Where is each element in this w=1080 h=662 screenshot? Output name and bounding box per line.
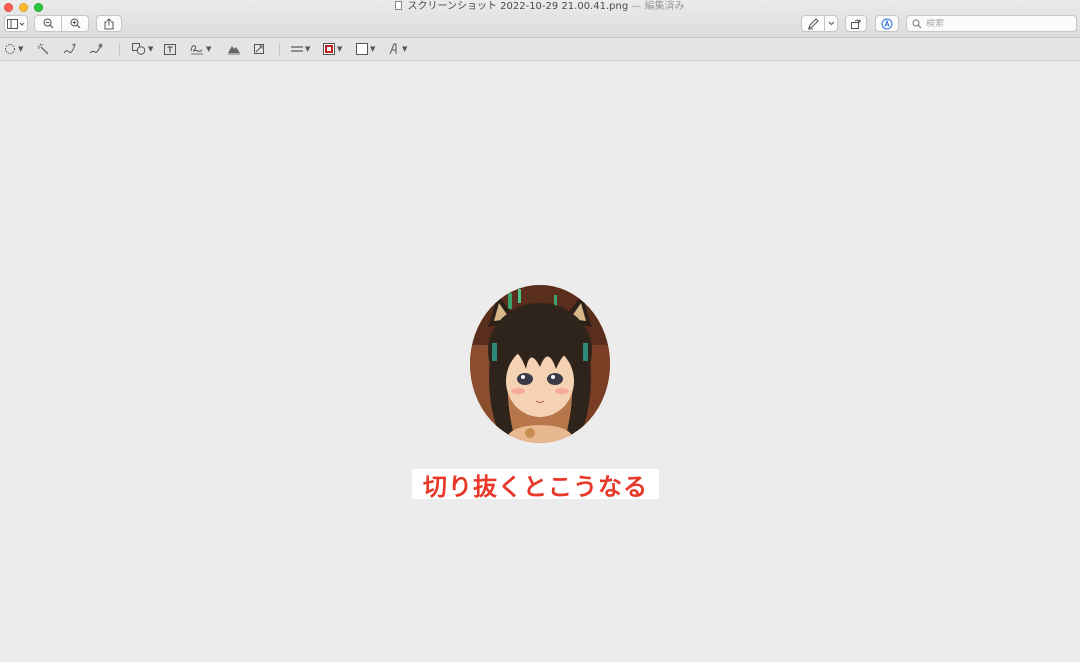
share-icon: [104, 17, 114, 29]
window-title-text: スクリーンショット 2022-10-29 21.00.41.png: [407, 1, 629, 12]
chevron-down-icon: [828, 21, 834, 26]
chevron-down-icon: ▼: [206, 45, 212, 53]
shape-style-tool[interactable]: ▼: [291, 41, 310, 57]
zoom-in-icon: [70, 18, 80, 29]
zoom-in-button[interactable]: [61, 15, 89, 32]
text-tool[interactable]: [164, 41, 176, 57]
adjust-color-tool[interactable]: [227, 41, 241, 57]
share-button[interactable]: [96, 15, 122, 32]
sign-icon: [190, 45, 203, 55]
toolbar-divider: [279, 43, 280, 56]
draw-tool[interactable]: [89, 41, 103, 57]
sketch-tool[interactable]: [63, 41, 77, 57]
highlight-dropdown-button[interactable]: [824, 15, 838, 32]
markup-icon: [881, 18, 893, 29]
adjust-color-icon: [228, 46, 240, 55]
draw-icon: [89, 43, 103, 54]
cropped-portrait-image: [470, 285, 610, 443]
image-canvas: 切り抜くとこうなる: [0, 61, 1080, 662]
edited-status: — 編集済み: [631, 1, 685, 12]
chevron-down-icon: ▼: [148, 45, 154, 53]
character-illustration: [470, 285, 610, 443]
rotate-icon: [851, 19, 861, 29]
window-title: スクリーンショット 2022-10-29 21.00.41.png — 編集済み: [0, 1, 1080, 13]
zoom-out-icon: [43, 18, 53, 29]
toolbar-divider: [119, 43, 120, 56]
adjust-size-tool[interactable]: [253, 41, 265, 57]
chevron-down-icon: ▼: [18, 45, 24, 53]
pen-icon: [808, 17, 819, 29]
fill-color-icon: [356, 43, 368, 55]
chevron-down-icon: ▼: [305, 45, 311, 53]
sign-tool[interactable]: ▼: [190, 41, 211, 57]
text-icon: [164, 43, 176, 55]
selection-icon: [5, 44, 15, 54]
shapes-tool[interactable]: ▼: [132, 41, 153, 57]
fill-color-tool[interactable]: ▼: [356, 41, 375, 57]
search-field[interactable]: [906, 15, 1077, 32]
instant-alpha-icon: [37, 43, 49, 55]
title-bar: スクリーンショット 2022-10-29 21.00.41.png — 編集済み: [0, 0, 1080, 38]
caption-text: 切り抜くとこうなる: [423, 472, 648, 501]
selection-tool[interactable]: ▼: [4, 41, 23, 57]
markup-toolbar: ▼ ▼ ▼ ▼ ▼ ▼ ▼: [0, 38, 1080, 61]
chevron-down-icon: ▼: [370, 45, 376, 53]
border-color-icon: [323, 43, 335, 55]
shapes-icon: [132, 43, 146, 55]
adjust-size-icon: [254, 44, 264, 54]
sidebar-icon: [7, 18, 25, 29]
search-icon: [912, 19, 922, 28]
preview-window: スクリーンショット 2022-10-29 21.00.41.png — 編集済み: [0, 0, 1080, 662]
instant-alpha-tool[interactable]: [37, 41, 49, 57]
chevron-down-icon: ▼: [402, 45, 408, 53]
highlight-button[interactable]: [801, 15, 825, 32]
border-color-tool[interactable]: ▼: [323, 41, 342, 57]
text-style-tool[interactable]: ▼: [388, 41, 407, 57]
sketch-icon: [63, 43, 76, 54]
shape-style-icon: [291, 46, 303, 52]
zoom-out-button[interactable]: [34, 15, 62, 32]
sidebar-button[interactable]: [4, 15, 28, 32]
search-input[interactable]: [926, 18, 1066, 29]
document-icon: [395, 1, 403, 10]
caption-label: 切り抜くとこうなる: [412, 469, 659, 501]
text-style-icon: [389, 43, 397, 55]
chevron-down-icon: ▼: [337, 45, 343, 53]
markup-toolbar-button[interactable]: [875, 15, 899, 32]
rotate-button[interactable]: [845, 15, 867, 32]
